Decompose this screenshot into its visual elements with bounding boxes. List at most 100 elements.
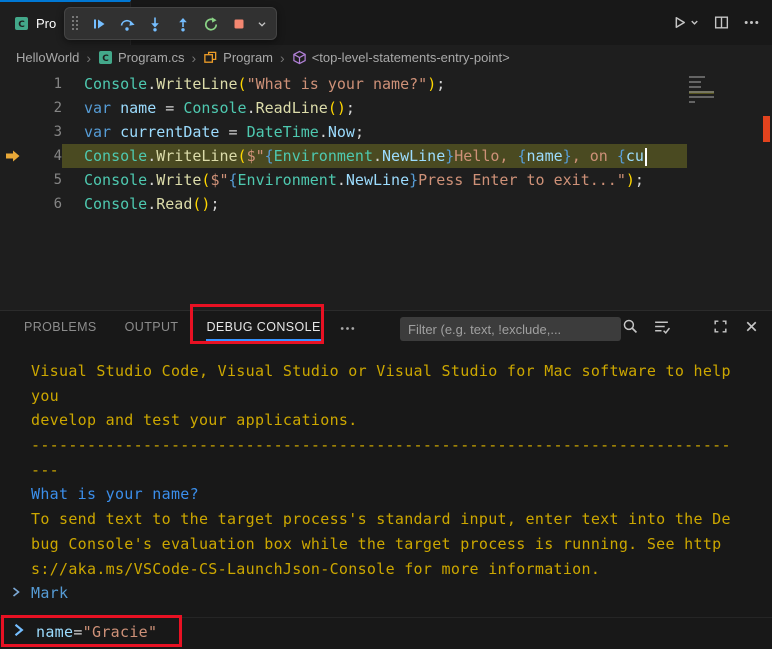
minimap[interactable] [687,70,716,310]
ellipsis-icon [743,14,760,31]
close-panel-icon[interactable] [743,318,760,340]
more-actions-button[interactable] [743,9,760,35]
debug-console-output: Visual Studio Code, Visual Studio or Vis… [0,359,772,613]
code-token: Environment [238,171,337,189]
code-token: NewLine [346,171,409,189]
breadcrumb-item[interactable]: <top-level-statements-entry-point> [292,50,510,65]
gutter-space [0,96,26,120]
code-token: . [147,171,156,189]
code-token: name [36,623,73,641]
code-token: { [229,171,238,189]
toolbar-drag-handle[interactable] [72,16,80,32]
editor-actions [671,9,760,35]
breadcrumb-item[interactable]: HelloWorld [16,50,79,65]
code-line: 1Console.WriteLine("What is your name?")… [0,72,687,96]
debug-console-input[interactable]: name="Gracie" [0,617,772,646]
panel-tab-output[interactable]: OUTPUT [125,311,179,346]
code-token: var [84,123,120,141]
console-line: Mark [31,581,772,606]
code-token: DateTime [247,123,319,141]
panel-tab-debug-console[interactable]: DEBUG CONSOLE [206,311,320,346]
console-line: bug Console's evaluation box while the t… [31,532,772,557]
code-token: () [328,99,346,117]
code-token: WriteLine [156,75,237,93]
breadcrumb-separator-icon: › [191,50,196,66]
code-line: 6Console.Read(); [0,192,687,216]
breadcrumb-separator-icon: › [86,50,91,66]
debug-toolbar-dropdown[interactable] [254,11,270,37]
panel-header-icons [622,311,760,346]
code-token: Write [156,171,201,189]
code-token: } [445,147,454,165]
console-line-text: --- [31,461,59,479]
code-text: var currentDate = DateTime.Now; [62,120,687,144]
console-line-text: Visual Studio Code, Visual Studio or Vis… [31,362,731,380]
code-token: Console [84,75,147,93]
breadcrumb: HelloWorld › CProgram.cs › Program › <top-leve… [0,45,772,70]
code-token: Now [328,123,355,141]
restart-button[interactable] [198,11,224,37]
code-token: , on [572,147,617,165]
code-token: var [84,99,120,117]
bottom-panel: PROBLEMS OUTPUT DEBUG CONSOLE [0,310,772,649]
ellipsis-icon [339,320,356,337]
breadcrumb-separator-icon: › [280,50,285,66]
code-token: . [247,99,256,117]
breadcrumb-label: Program [223,50,273,65]
code-line: 2var name = Console.ReadLine(); [0,96,687,120]
maximize-panel-icon[interactable] [712,318,729,340]
code-token: ; [210,195,219,213]
step-out-button[interactable] [170,11,196,37]
panel-tabs: PROBLEMS OUTPUT DEBUG CONSOLE [0,311,321,346]
breadcrumb-item[interactable]: CProgram.cs [98,50,184,65]
text-cursor [645,148,648,166]
step-over-button[interactable] [114,11,140,37]
run-or-debug-button[interactable] [671,9,700,35]
debug-current-line-arrow-icon [0,144,26,168]
search-icon[interactable] [622,318,639,340]
console-line-text: you [31,387,59,405]
code-token: . [147,147,156,165]
code-token: = [73,623,82,641]
step-into-button[interactable] [142,11,168,37]
code-text: Console.WriteLine($"{Environment.NewLine… [62,144,687,168]
minimap-line [689,86,714,89]
code-token: = [156,99,183,117]
minimap-line [689,96,714,99]
continue-button[interactable] [86,11,112,37]
line-number: 6 [26,192,62,216]
console-filter-input[interactable] [400,317,621,341]
gutter-space [0,72,26,96]
line-number: 5 [26,168,62,192]
code-line: 5Console.Write($"{Environment.NewLine}Pr… [0,168,687,192]
split-editor-button[interactable] [713,9,730,35]
close-icon [743,318,760,335]
line-number: 3 [26,120,62,144]
code-token: ; [635,171,644,189]
class-icon [203,50,218,65]
panel-more-tabs-button[interactable] [339,320,356,337]
line-number: 2 [26,96,62,120]
breadcrumb-item[interactable]: Program [203,50,273,65]
line-number: 4 [26,144,62,168]
code-token: ReadLine [256,99,328,117]
console-line-text: develop and test your applications. [31,411,358,429]
panel-header: PROBLEMS OUTPUT DEBUG CONSOLE [0,311,772,346]
code-token: NewLine [382,147,445,165]
code-token: . [373,147,382,165]
chevron-down-icon [689,17,700,28]
code-token: Console [84,171,147,189]
code-token: $" [210,171,228,189]
code-token: { [518,147,527,165]
code-token: ( [238,147,247,165]
code-token: = [219,123,246,141]
code-token: () [192,195,210,213]
stop-button[interactable] [226,11,252,37]
code-editor[interactable]: 1Console.WriteLine("What is your name?")… [0,70,772,310]
debug-toolbar [64,7,277,40]
console-input-text: name="Gracie" [36,623,157,641]
filter-lines-icon[interactable] [653,318,670,340]
code-token: Read [156,195,192,213]
code-line: 3var currentDate = DateTime.Now; [0,120,687,144]
panel-tab-problems[interactable]: PROBLEMS [24,311,97,346]
